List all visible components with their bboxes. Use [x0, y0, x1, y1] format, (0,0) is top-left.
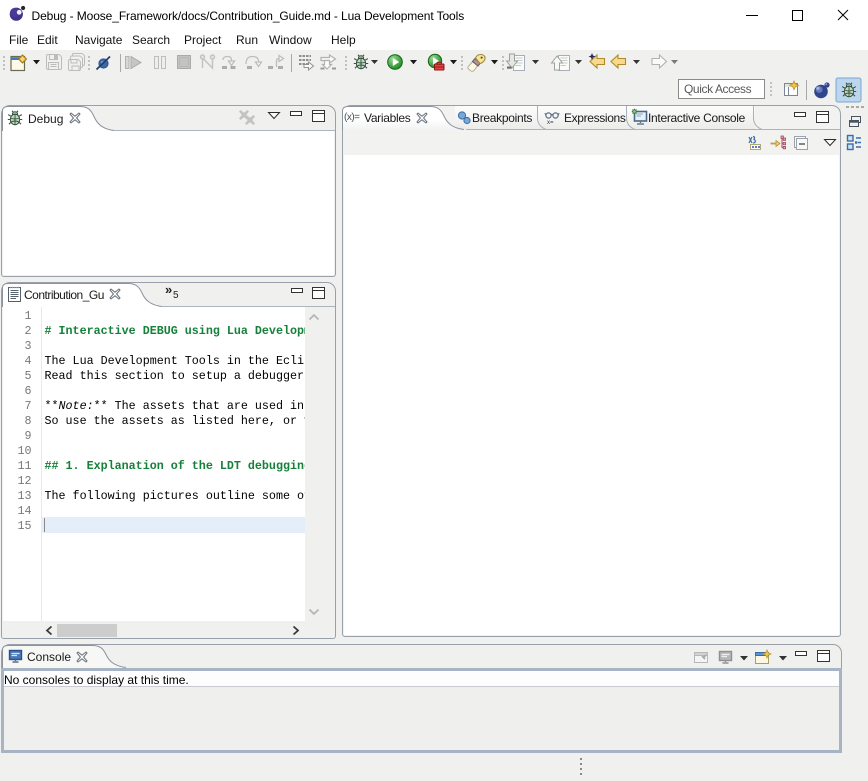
- svg-text:x=: x=: [547, 120, 554, 126]
